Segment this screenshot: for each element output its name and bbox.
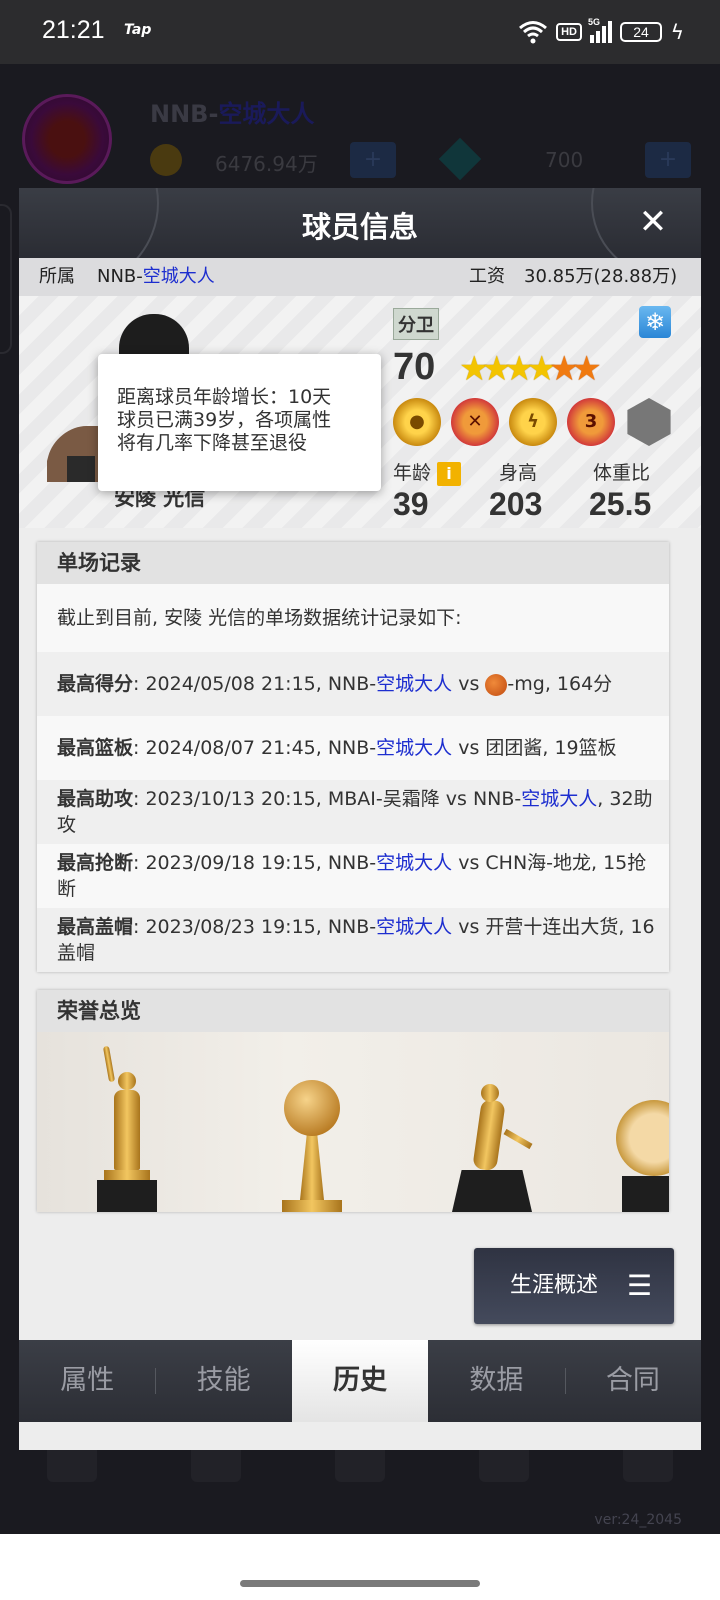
medal-icon[interactable]: ● (393, 398, 441, 446)
record-row: 最高助攻: 2023/10/13 20:15, MBAI-吴霜降 vs NNB-… (37, 780, 669, 844)
wifi-icon (519, 21, 548, 44)
team-salary-bar: 所属 NNB-空城大人 工资 30.85万(28.88万) (19, 258, 701, 296)
add-money-button: + (350, 142, 396, 178)
star-icon: ★ (571, 349, 602, 389)
records-list: 最高得分: 2024/05/08 21:15, NNB-空城大人 vs -mg,… (37, 652, 669, 972)
salary-label: 工资 (469, 266, 505, 287)
height-value: 203 (489, 486, 543, 522)
number-medal-icon[interactable]: 3 (567, 398, 615, 446)
team-link[interactable]: NNB-空城大人 (97, 258, 215, 296)
tab-contract[interactable]: 合同 (564, 1340, 701, 1422)
tab-stats[interactable]: 数据 (428, 1340, 564, 1422)
lightning-medal-icon[interactable]: ϟ (509, 398, 557, 446)
gem-icon (438, 137, 482, 181)
bg-money: 6476.94万 (215, 152, 318, 176)
modal-header: 球员信息 ✕ (19, 188, 701, 258)
age-tooltip: 距离球员年龄增长：10天 球员已满39岁，各项属性 将有几率下降甚至退役 (98, 354, 381, 491)
menu-icon: ☰ (626, 1269, 652, 1302)
navigation-bar (0, 1534, 720, 1600)
salary-value: 30.85万(28.88万) (524, 266, 678, 287)
hd-icon: HD (556, 23, 582, 41)
tab-skills[interactable]: 技能 (155, 1340, 291, 1422)
trophy-icon (92, 1042, 162, 1212)
locked-medal-icon[interactable] (627, 398, 671, 446)
bmi-label: 体重比 (593, 462, 651, 484)
single-game-records: 单场记录 截止到目前, 安陵 光信的单场数据统计记录如下: 最高得分: 2024… (37, 542, 669, 972)
honors-overview: 荣誉总览 (37, 990, 669, 1212)
player-rating: 70 (393, 346, 436, 388)
bmi-value: 25.5 (589, 486, 652, 522)
tab-bar: 属性 技能 历史 数据 合同 (19, 1340, 701, 1422)
clock: 21:21 (42, 16, 105, 44)
status-bar: 21:21 Tap HD 5G 24 ϟ (0, 0, 720, 64)
home-indicator[interactable] (240, 1580, 480, 1587)
team-link[interactable]: 空城大人 (376, 737, 452, 759)
record-row: 最高盖帽: 2023/08/23 19:15, NNB-空城大人 vs 开营十连… (37, 908, 669, 972)
basketball-icon (485, 673, 508, 696)
trophy-icon (272, 1062, 352, 1212)
record-row: 最高篮板: 2024/08/07 21:45, NNB-空城大人 vs 团团酱,… (37, 716, 669, 780)
charging-icon: ϟ (670, 20, 684, 44)
team-link[interactable]: 空城大人 (376, 852, 452, 874)
tap-app-icon: Tap (124, 22, 152, 38)
tab-attributes[interactable]: 属性 (19, 1340, 155, 1422)
record-row: 最高抢断: 2023/09/18 19:15, NNB-空城大人 vs CHN海… (37, 844, 669, 908)
record-row: 最高得分: 2024/05/08 21:15, NNB-空城大人 vs -mg,… (37, 652, 669, 716)
records-intro: 截止到目前, 安陵 光信的单场数据统计记录如下: (37, 584, 669, 652)
honors-title: 荣誉总览 (37, 990, 669, 1032)
version-label: ver:24_2045 (594, 1512, 682, 1528)
bg-gems: 700 (545, 148, 584, 172)
star-rating: ★ ★ ★ ★ ★ ★ (459, 352, 602, 386)
coin-icon (150, 144, 182, 176)
add-gems-button: + (645, 142, 691, 178)
snowflake-icon[interactable]: ❄ (639, 306, 671, 338)
records-title: 单场记录 (37, 542, 669, 584)
height-label: 身高 (499, 462, 538, 484)
player-info-modal: 球员信息 ✕ 所属 NNB-空城大人 工资 30.85万(28.88万) 安陵 … (19, 188, 701, 1450)
trophy-icon (437, 1047, 547, 1212)
age-value: 39 (393, 486, 429, 522)
skill-medals: ● ✕ ϟ 3 (393, 398, 673, 446)
bg-team-name: NNB-空城大人 (150, 100, 315, 128)
trophies-image[interactable] (37, 1032, 669, 1212)
medal-icon[interactable]: ✕ (451, 398, 499, 446)
info-icon[interactable]: i (437, 461, 462, 486)
side-tab (0, 204, 12, 354)
network-type: 5G (588, 17, 601, 27)
tab-history[interactable]: 历史 (291, 1340, 429, 1422)
position-badge: 分卫 (393, 308, 439, 340)
battery-icon: 24 (620, 22, 662, 42)
team-label: 所属 (39, 266, 75, 287)
team-link[interactable]: 空城大人 (376, 916, 452, 938)
career-overview-button[interactable]: 生涯概述 ☰ (474, 1248, 674, 1324)
trophy-icon (612, 1072, 669, 1212)
team-link[interactable]: 空城大人 (376, 673, 452, 695)
close-button[interactable]: ✕ (633, 202, 673, 242)
age-label: 年龄 i (393, 458, 462, 486)
signal-icon: 5G (588, 17, 612, 43)
team-link[interactable]: 空城大人 (521, 788, 597, 810)
team-logo (22, 94, 112, 184)
modal-title: 球员信息 (301, 210, 418, 244)
status-icons: HD 5G 24 (518, 17, 662, 46)
